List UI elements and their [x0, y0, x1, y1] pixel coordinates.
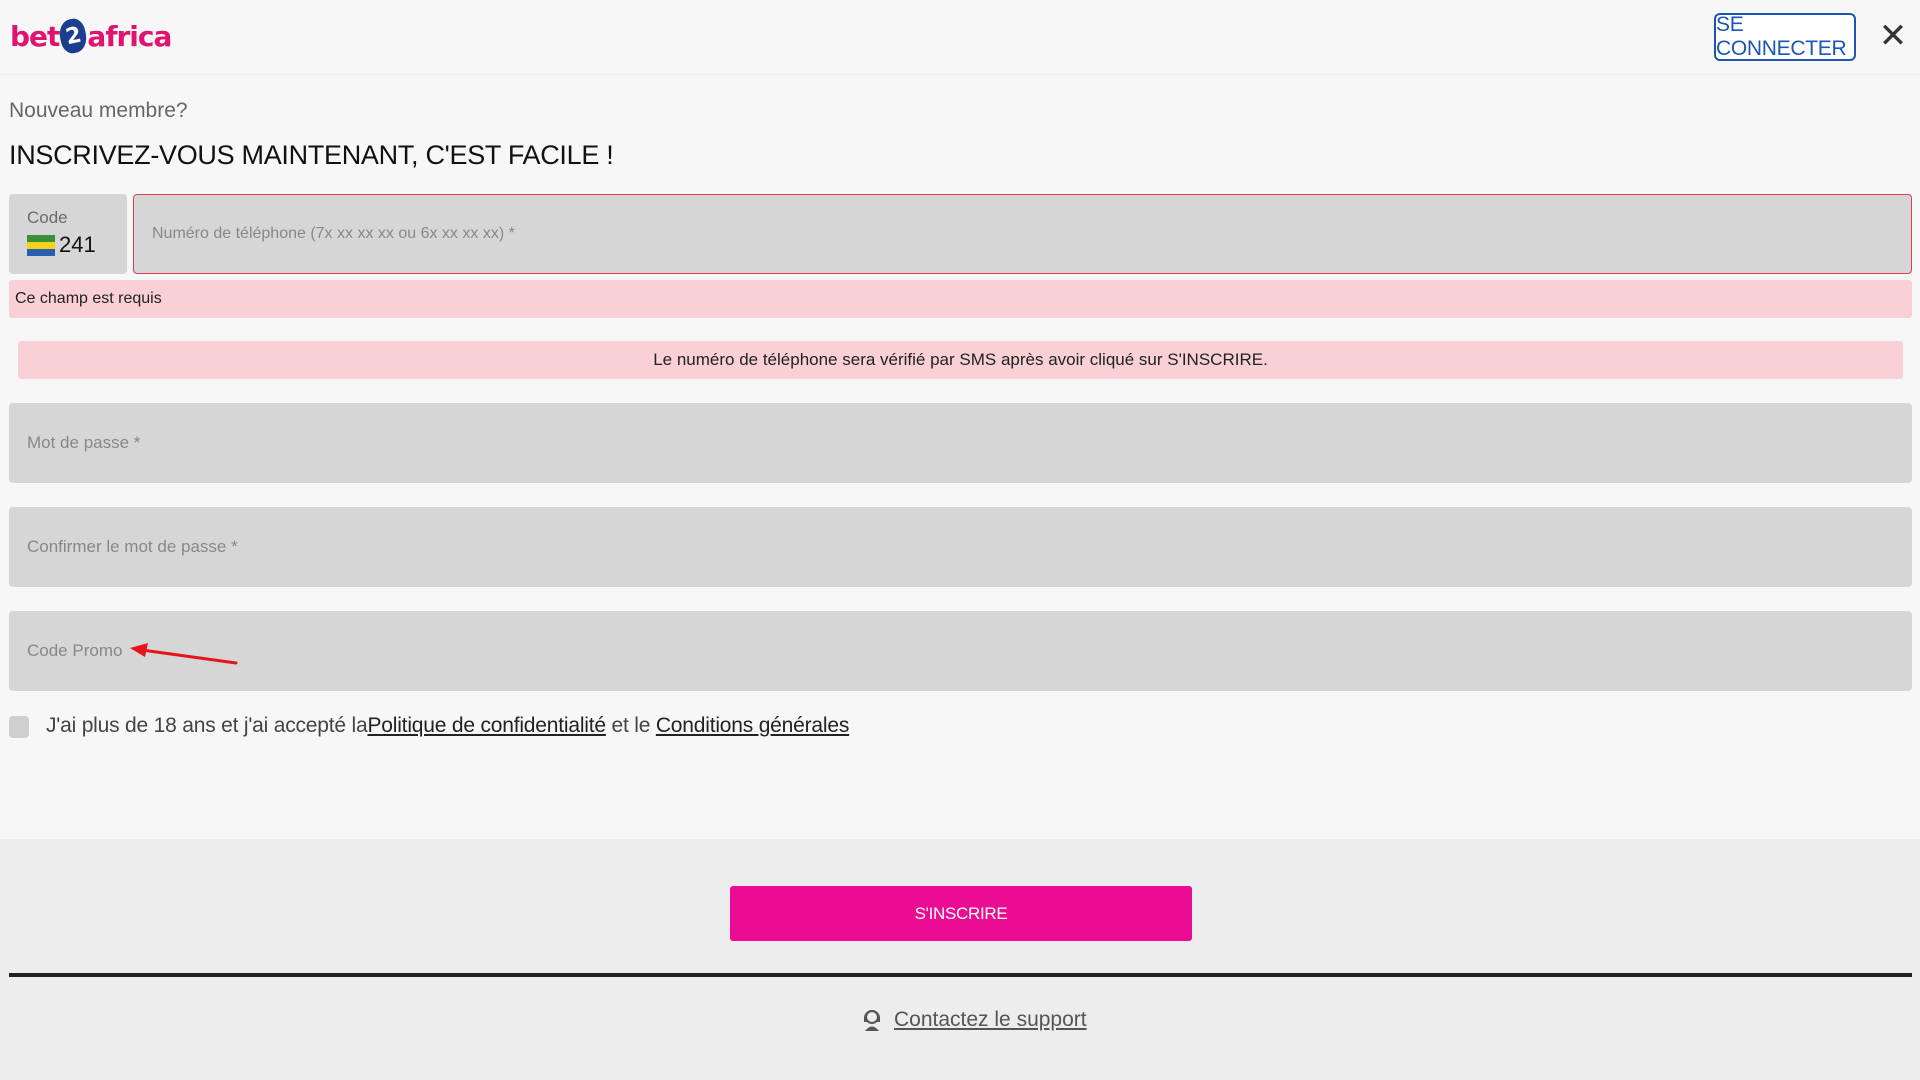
footer-divider — [9, 973, 1912, 977]
confirm-password-placeholder: Confirmer le mot de passe * — [27, 537, 238, 556]
logo-text-2: 2 — [57, 16, 90, 56]
contact-support-label: Contactez le support — [894, 1008, 1087, 1031]
page-subtitle: Nouveau membre? — [9, 99, 188, 122]
header: bet 2 africa SE CONNECTER ✕ — [0, 0, 1920, 75]
phone-number-input[interactable]: Numéro de téléphone (7x xx xx xx ou 6x x… — [133, 194, 1912, 274]
terms-conditions-link[interactable]: Conditions générales — [656, 714, 849, 737]
logo-text-bet: bet — [10, 19, 60, 53]
password-input[interactable]: Mot de passe * — [9, 403, 1912, 483]
password-placeholder: Mot de passe * — [27, 433, 141, 452]
country-code-selector[interactable]: Code 241 — [9, 194, 127, 274]
promo-code-input[interactable]: Code Promo — [9, 611, 1912, 691]
close-icon[interactable]: ✕ — [1878, 16, 1908, 56]
terms-text: J'ai plus de 18 ans et j'ai accepté laPo… — [46, 714, 849, 738]
country-code-label: Code — [27, 208, 68, 227]
terms-prefix: J'ai plus de 18 ans et j'ai accepté la — [46, 714, 368, 737]
sms-verification-notice: Le numéro de téléphone sera vérifié par … — [18, 341, 1903, 379]
gabon-flag-icon — [27, 234, 55, 256]
terms-checkbox[interactable] — [9, 716, 29, 738]
footer — [0, 839, 1920, 1080]
confirm-password-input[interactable]: Confirmer le mot de passe * — [9, 507, 1912, 587]
country-code-row: 241 — [27, 232, 127, 258]
privacy-policy-link[interactable]: Politique de confidentialité — [367, 714, 606, 737]
terms-middle: et le — [605, 714, 656, 737]
contact-support-link[interactable]: Contactez le support — [862, 1008, 1087, 1032]
login-button[interactable]: SE CONNECTER — [1714, 13, 1856, 61]
signup-button[interactable]: S'INSCRIRE — [730, 886, 1192, 941]
annotation-arrow-icon — [130, 643, 238, 665]
bet2africa-logo[interactable]: bet 2 africa — [10, 14, 172, 58]
logo-text-africa: africa — [87, 19, 172, 53]
phone-number-placeholder: Numéro de téléphone (7x xx xx xx ou 6x x… — [152, 225, 515, 242]
support-agent-icon — [864, 1010, 880, 1031]
page-title: INSCRIVEZ-VOUS MAINTENANT, C'EST FACILE … — [9, 140, 614, 170]
country-code-value: 241 — [59, 232, 96, 257]
phone-error-message: Ce champ est requis — [9, 280, 1912, 318]
promo-code-placeholder: Code Promo — [27, 641, 123, 660]
